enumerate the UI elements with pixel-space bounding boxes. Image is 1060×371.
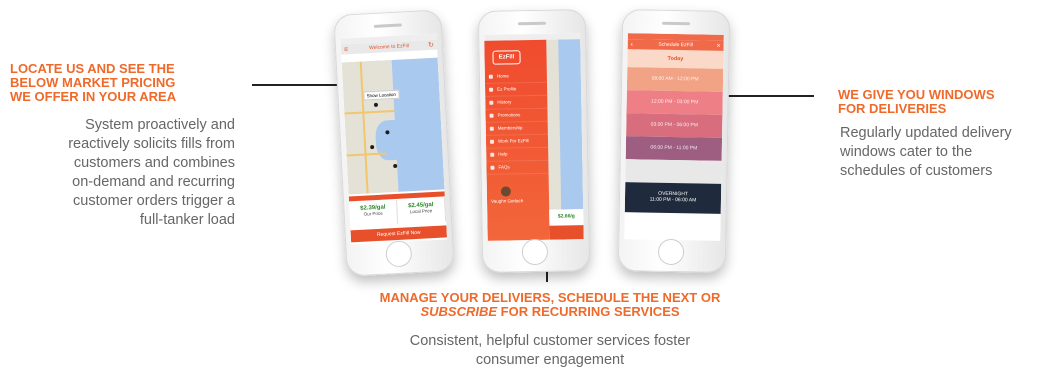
window-option[interactable]: 06:00 PM - 11:00 PM (625, 136, 723, 161)
menu-item-promotions[interactable]: Promotions (485, 108, 548, 123)
home-button[interactable] (657, 238, 685, 266)
day-header: Today (627, 49, 724, 69)
phone-speaker (662, 21, 691, 26)
home-button[interactable] (385, 240, 413, 268)
app-logo: EzFill (492, 50, 521, 65)
map-screen: ≡ Welcome to EzFill ↻ Show Location $2.3… (340, 33, 448, 245)
phone-menu: EzFill Home Ez Profile History Promotion… (477, 9, 591, 273)
menu-item-help[interactable]: Help (486, 147, 549, 162)
water-area (558, 39, 584, 210)
local-price: $2.45/gal Local Price (396, 197, 447, 224)
highway-road (359, 61, 369, 194)
right-connector-line (722, 95, 814, 97)
cross-road (344, 109, 395, 115)
window-option[interactable]: 09:00 AM - 12:00 PM (626, 67, 724, 92)
window-option[interactable]: 03:00 PM - 06:00 PM (626, 113, 723, 138)
location-label[interactable]: Show Location (363, 89, 400, 101)
home-button[interactable] (521, 238, 549, 266)
bottom-callout-body: Consistent, helpful customer services fo… (409, 333, 691, 368)
left-connector-line (252, 84, 350, 86)
left-callout-heading: LOCATE US AND SEE THE BELOW MARKET PRICI… (10, 61, 177, 104)
window-overnight[interactable]: OVERNIGHT 11:00 PM - 06:00 AM (624, 182, 722, 214)
user-name: Vaughn Gerlach (491, 198, 524, 204)
price-row: $2.39/gal Our Price $2.45/gal Local Pric… (349, 197, 447, 227)
menu-item-home[interactable]: Home (484, 69, 547, 84)
menu-item-history[interactable]: History (485, 95, 548, 110)
close-icon[interactable]: × (716, 42, 721, 52)
phone-map: ≡ Welcome to EzFill ↻ Show Location $2.3… (333, 9, 455, 277)
phone-speaker (373, 23, 402, 28)
avatar[interactable] (500, 186, 511, 197)
menu-screen: EzFill Home Ez Profile History Promotion… (484, 33, 584, 241)
menu-item-faqs[interactable]: FAQs (486, 160, 549, 175)
map-pin[interactable] (370, 145, 375, 150)
window-option-disabled (625, 159, 722, 184)
phone-speaker (517, 21, 546, 26)
phone-schedule: ‹ Schedule EzFill × Today 09:00 AM - 12:… (617, 9, 731, 273)
map-view[interactable]: Show Location (341, 57, 445, 195)
schedule-screen: ‹ Schedule EzFill × Today 09:00 AM - 12:… (624, 33, 724, 241)
map-pin[interactable] (373, 102, 379, 107)
bottom-callout-heading: MANAGE YOUR DELIVIERS, SCHEDULE THE NEXT… (379, 290, 721, 319)
price-peek: $2.66/g (549, 209, 584, 224)
request-button[interactable]: Request EzFill Now (350, 225, 448, 243)
cta-peek[interactable] (549, 225, 584, 240)
our-price: $2.39/gal Our Price (349, 199, 399, 227)
side-menu: EzFill Home Ez Profile History Promotion… (484, 39, 550, 241)
subscribe-emphasis: SUBSCRIBE (420, 304, 498, 319)
right-callout-body: Regularly updated delivery windows cater… (840, 125, 1012, 179)
menu-icon[interactable]: ≡ (344, 45, 349, 55)
window-option[interactable]: 12:00 PM - 03:00 PM (626, 90, 723, 115)
menu-item-work[interactable]: Work For EzFill (485, 134, 549, 149)
left-callout-body: System proactively and reactively solici… (68, 117, 235, 228)
schedule-title-bar: ‹ Schedule EzFill × (627, 39, 724, 52)
menu-item-profile[interactable]: Ez Profile (484, 82, 548, 97)
refresh-icon[interactable]: ↻ (428, 41, 434, 51)
right-callout-heading: WE GIVE YOU WINDOWS FOR DELIVERIES (838, 87, 995, 116)
back-arrow-icon[interactable]: ‹ (631, 40, 634, 50)
menu-item-membership[interactable]: Membership (485, 121, 548, 136)
